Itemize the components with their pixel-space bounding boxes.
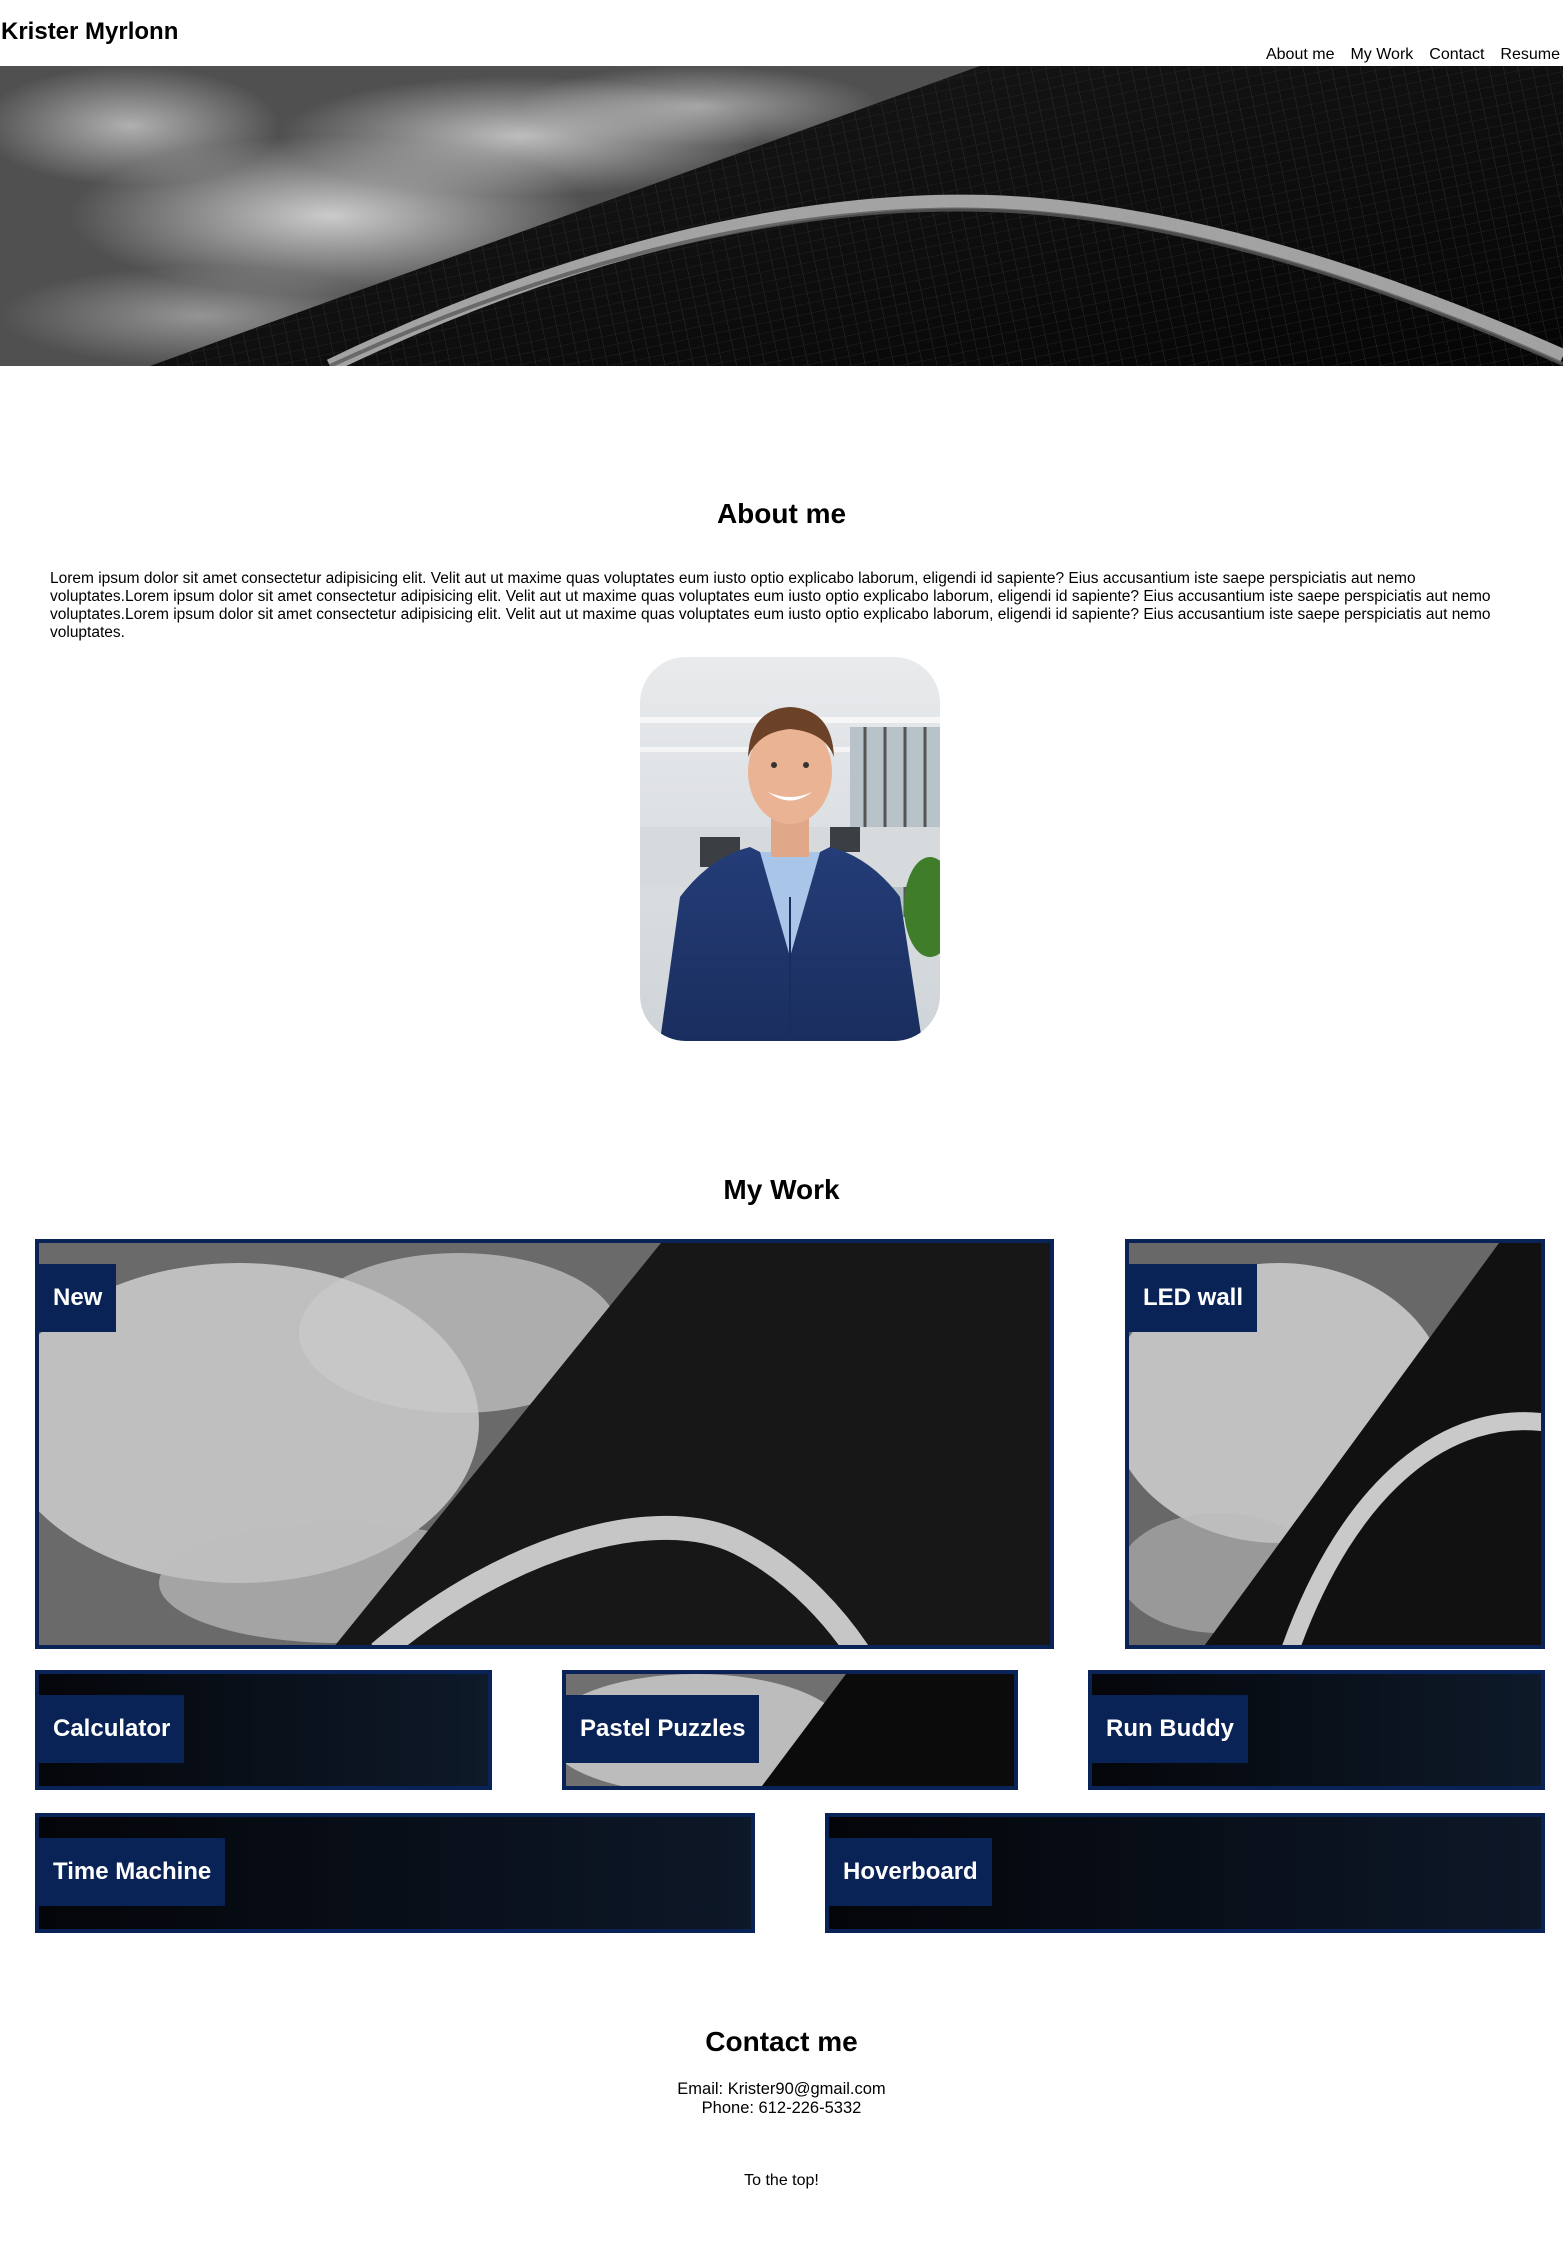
project-label: Run Buddy — [1092, 1695, 1248, 1763]
nav-link-about[interactable]: About me — [1266, 46, 1334, 64]
contact-email: Email: Krister90@gmail.com — [677, 2080, 886, 2098]
work-heading: My Work — [723, 1174, 840, 1205]
contact-heading: Contact me — [705, 2026, 858, 2057]
project-card-new[interactable]: New — [35, 1239, 1054, 1649]
project-card-run-buddy[interactable]: Run Buddy — [1088, 1670, 1545, 1790]
project-label: Hoverboard — [829, 1838, 992, 1906]
project-card-hoverboard[interactable]: Hoverboard — [825, 1813, 1545, 1933]
project-card-pastel-puzzles[interactable]: Pastel Puzzles — [562, 1670, 1018, 1790]
site-title: Krister Myrlonn — [1, 18, 179, 45]
project-card-calculator[interactable]: Calculator — [35, 1670, 492, 1790]
project-label: Calculator — [39, 1695, 185, 1763]
project-label: New — [39, 1264, 117, 1332]
profile-photo — [640, 657, 940, 1041]
about-heading: About me — [716, 498, 847, 529]
nav-link-work[interactable]: My Work — [1350, 46, 1413, 64]
hero-banner-image — [0, 66, 1563, 366]
about-paragraph: Lorem ipsum dolor sit amet consectetur a… — [50, 570, 1491, 641]
project-label: Time Machine — [39, 1838, 226, 1906]
project-card-led-wall[interactable]: LED wall — [1125, 1239, 1545, 1649]
contact-info: Email: Krister90@gmail.com Phone: 612-22… — [0, 2080, 1563, 2118]
contact-phone: Phone: 612-226-5332 — [701, 2099, 862, 2117]
project-label: LED wall — [1129, 1264, 1258, 1332]
main-nav: About me My Work Contact Resume — [1266, 46, 1560, 64]
to-top-link[interactable]: To the top! — [744, 2172, 819, 2189]
project-card-time-machine[interactable]: Time Machine — [35, 1813, 755, 1933]
footer: To the top! — [0, 2172, 1563, 2190]
project-label: Pastel Puzzles — [566, 1695, 760, 1763]
nav-link-contact[interactable]: Contact — [1429, 46, 1484, 64]
nav-link-resume[interactable]: Resume — [1500, 46, 1560, 64]
